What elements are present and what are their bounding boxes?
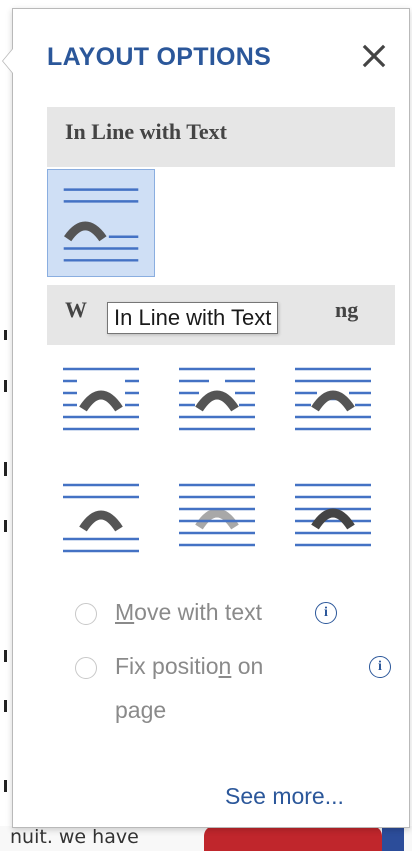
tight-wrap-icon <box>179 367 255 431</box>
section-label-inline: In Line with Text <box>65 119 227 144</box>
top-and-bottom-wrap-option[interactable] <box>47 463 155 571</box>
info-icon[interactable]: i <box>369 656 391 678</box>
fix-position-label-end: on <box>231 653 264 679</box>
move-with-text-label-accesskey: M <box>115 599 135 625</box>
document-text-fragment <box>4 650 7 662</box>
tight-wrap-option[interactable] <box>163 347 271 455</box>
document-text-fragment <box>4 330 7 340</box>
in-front-of-text-option[interactable] <box>279 463 387 571</box>
section-label-wrapping-end: ng <box>335 297 359 322</box>
layout-options-panel: LAYOUT OPTIONS In Line with Text W ng In… <box>3 8 410 828</box>
section-label-wrapping-start: W <box>65 297 87 322</box>
document-shape-edge <box>382 826 404 851</box>
through-wrap-option[interactable] <box>279 347 387 455</box>
top-and-bottom-wrap-icon <box>63 483 139 553</box>
move-with-text-label: Move with text <box>115 599 262 626</box>
fix-position-label-line2: page <box>115 697 167 723</box>
document-text-fragment <box>4 462 7 476</box>
fix-position-label-start: Fix positio <box>115 653 219 679</box>
through-wrap-icon <box>295 367 371 431</box>
square-wrap-option[interactable] <box>47 347 155 455</box>
inline-with-text-icon <box>63 188 139 262</box>
document-bottom-text: nuit. we have <box>10 826 139 848</box>
panel-pointer <box>3 49 13 73</box>
move-with-text-radio[interactable] <box>75 603 97 625</box>
tooltip: In Line with Text <box>107 302 279 334</box>
behind-text-option[interactable] <box>163 463 271 571</box>
info-icon[interactable]: i <box>315 602 337 624</box>
document-text-fragment <box>4 780 7 792</box>
section-header-inline: In Line with Text <box>47 107 395 167</box>
close-icon <box>362 44 386 68</box>
square-wrap-icon <box>63 367 139 431</box>
fix-position-radio[interactable] <box>75 657 97 679</box>
document-text-fragment <box>4 380 7 392</box>
see-more-link[interactable]: See more... <box>225 783 344 810</box>
document-selected-shape[interactable] <box>204 826 382 851</box>
move-with-text-label-rest: ove with text <box>134 599 263 625</box>
inline-with-text-option[interactable] <box>47 169 155 277</box>
in-front-of-text-icon <box>295 483 371 547</box>
document-text-fragment <box>4 700 7 712</box>
close-button[interactable] <box>359 41 389 71</box>
panel-title: LAYOUT OPTIONS <box>47 43 272 71</box>
fix-position-label: Fix position on <box>115 653 263 680</box>
behind-text-icon <box>179 483 255 547</box>
fix-position-label-accesskey: n <box>218 653 232 679</box>
document-text-fragment <box>4 520 7 532</box>
